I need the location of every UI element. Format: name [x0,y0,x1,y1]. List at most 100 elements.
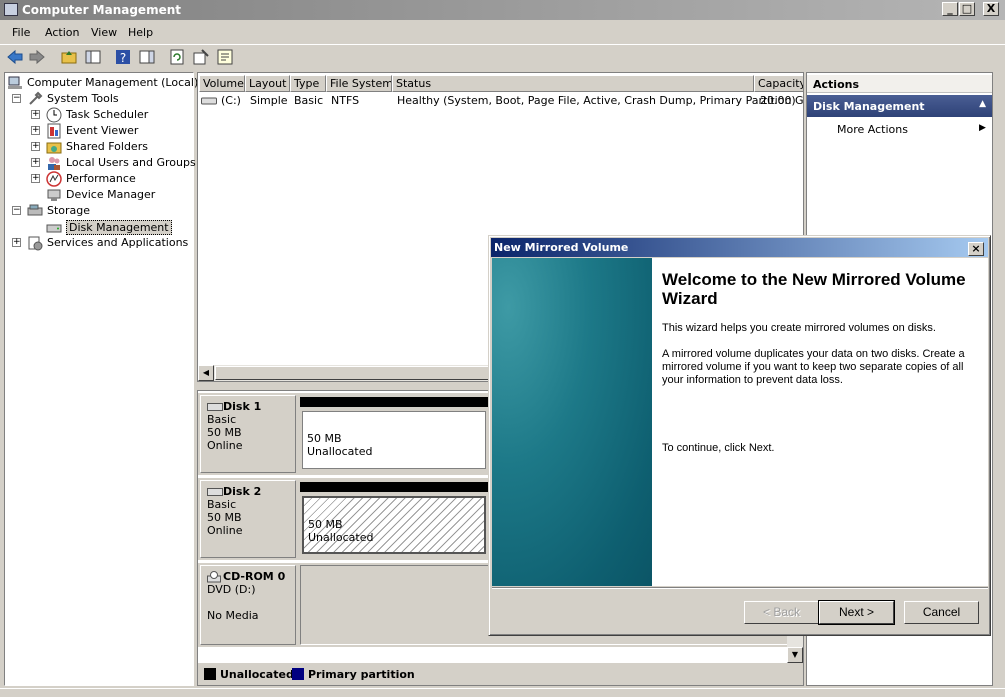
wizard-content: Welcome to the New Mirrored Volume Wizar… [652,258,988,586]
tree-label: Event Viewer [66,124,139,137]
legend-label-unallocated: Unallocated [220,668,294,681]
services-icon [28,236,43,251]
clock-icon [46,107,62,123]
actions-section-disk-management[interactable]: Disk Management ▲ [807,95,992,117]
tree-label: Services and Applications [47,236,189,249]
back-button[interactable]: < Back [744,601,819,624]
event-viewer-icon [47,123,61,139]
tree-item-shared-folders[interactable]: Shared Folders [46,139,193,155]
forward-arrow-icon[interactable] [28,48,46,66]
new-mirrored-volume-dialog: New Mirrored Volume × Welcome to the New… [488,235,991,636]
wizard-paragraph-2: A mirrored volume duplicates your data o… [662,348,965,386]
storage-icon [27,204,43,216]
menu-file[interactable]: File [12,26,30,39]
expand-toggle[interactable]: + [12,238,21,247]
legend-label-primary: Primary partition [308,668,415,681]
dialog-close-button[interactable]: × [968,242,984,256]
disk-info[interactable]: Disk 2 Basic 50 MB Online [200,480,296,558]
status-bar [0,688,1005,697]
tree-item-performance[interactable]: Performance [46,171,193,187]
legend-swatch-primary [292,668,304,680]
tree-label: Device Manager [66,188,156,201]
column-header-layout[interactable]: Layout [245,75,290,92]
tree-item-event-viewer[interactable]: Event Viewer [46,123,193,139]
tree-item-root[interactable]: Computer Management (Local) [7,75,198,91]
tree-label: Shared Folders [66,140,148,153]
column-header-volume[interactable]: Volume [199,75,245,92]
column-header-capacity[interactable]: Capacity [754,75,803,92]
menu-help[interactable]: Help [128,26,153,39]
disk-type: Basic [207,413,237,426]
scroll-left-arrow-icon[interactable]: ◀ [198,365,214,381]
dialog-separator [492,587,988,589]
tree-item-system-tools[interactable]: System Tools [27,91,193,107]
section-label: Disk Management [813,100,925,113]
partition-unallocated[interactable]: 50 MB Unallocated [302,411,486,469]
properties-icon[interactable] [192,48,210,66]
disk-info[interactable]: CD-ROM 0 DVD (D:) No Media [200,565,296,645]
cell-type: Basic [294,94,324,107]
disk-size: 50 MB [207,511,242,524]
tree-item-disk-management[interactable]: Disk Management [46,219,193,235]
dialog-title: New Mirrored Volume [494,241,629,254]
submenu-arrow-icon: ▶ [979,123,986,133]
tree-item-local-users[interactable]: Local Users and Groups [46,155,196,171]
disk-icon [207,488,223,496]
shared-folder-icon [46,142,62,154]
show-hide-tree-icon[interactable] [84,48,102,66]
show-hide-action-pane-icon[interactable] [138,48,156,66]
expand-toggle[interactable]: + [31,174,40,183]
disk-management-icon [46,224,62,233]
next-button[interactable]: Next > [818,600,895,625]
collapse-toggle[interactable]: − [12,206,21,215]
disk-info[interactable]: Disk 1 Basic 50 MB Online [200,395,296,473]
title-bar: Computer Management _ □ X [0,0,1005,20]
refresh-icon[interactable] [168,48,186,66]
scrollbar-thumb[interactable] [215,366,495,380]
collapse-toggle[interactable]: − [12,94,21,103]
users-icon [48,157,60,170]
maximize-button[interactable]: □ [959,2,975,16]
disk-wizard-icon[interactable] [216,48,234,66]
cell-capacity: 20.00 GB [760,94,804,107]
partition-unallocated-selected[interactable]: 50 MB Unallocated [302,496,486,554]
more-actions-item[interactable]: More Actions [837,123,908,136]
menu-bar: File Action View Help [0,22,1005,44]
tree-item-services[interactable]: Services and Applications [27,235,193,251]
up-folder-icon[interactable] [60,48,78,66]
menu-action[interactable]: Action [45,26,79,39]
expand-toggle[interactable]: + [31,126,40,135]
cancel-button[interactable]: Cancel [904,601,979,624]
column-header-file-system[interactable]: File System [326,75,392,92]
cell-layout: Simple [250,94,288,107]
expand-toggle[interactable]: + [31,158,40,167]
disk-icon [207,403,223,411]
tree-label: Storage [47,204,91,217]
expand-toggle[interactable]: + [31,110,40,119]
column-header-status[interactable]: Status [392,75,754,92]
close-button[interactable]: X [983,2,999,16]
back-arrow-icon[interactable] [6,48,24,66]
help-icon[interactable]: ? [114,48,132,66]
tree-label: Task Scheduler [66,108,149,121]
menu-view[interactable]: View [91,26,117,39]
tree-item-storage[interactable]: Storage [27,203,193,219]
disk-state: No Media [207,609,259,622]
actions-header: Actions [807,75,992,93]
tree-item-device-manager[interactable]: Device Manager [46,187,193,203]
dialog-title-bar: New Mirrored Volume × [491,238,988,257]
wizard-paragraph-1: This wizard helps you create mirrored vo… [662,322,936,334]
scroll-down-arrow-icon[interactable]: ▼ [787,647,803,663]
more-actions-label: More Actions [837,123,908,136]
expand-toggle[interactable]: + [31,142,40,151]
tree-item-task-scheduler[interactable]: Task Scheduler [46,107,193,123]
column-header-type[interactable]: Type [290,75,326,92]
collapse-arrow-icon[interactable]: ▲ [979,99,986,109]
minimize-button[interactable]: _ [942,2,958,16]
toolbar: ? [0,44,1005,70]
wizard-side-banner [492,258,652,586]
device-manager-icon [47,189,61,201]
wizard-paragraph-3: To continue, click Next. [662,442,775,454]
wizard-heading: Welcome to the New Mirrored Volume Wizar… [662,270,966,308]
window-title: Computer Management [22,3,181,17]
